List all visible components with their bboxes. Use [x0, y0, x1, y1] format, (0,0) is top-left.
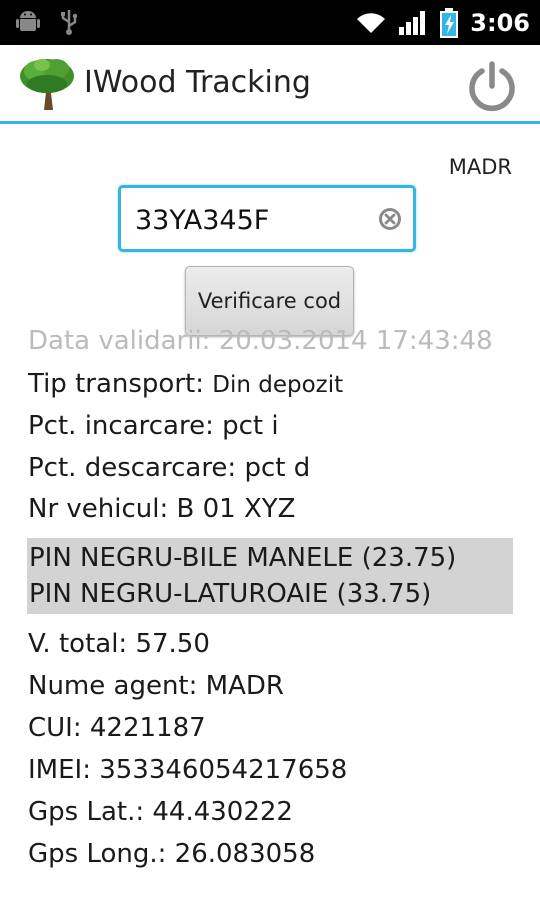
cui-row: CUI: 4221187 [28, 713, 206, 743]
wifi-icon [357, 12, 386, 33]
action-bar: IWood Tracking [0, 45, 540, 121]
signal-icon [399, 10, 426, 35]
gps-lat-row: Gps Lat.: 44.430222 [28, 797, 293, 827]
usb-icon [61, 10, 78, 35]
app-title: IWood Tracking [84, 65, 311, 100]
clipped-detail-text: Data validarii: 20.03.2014 17:43:48 [28, 329, 493, 353]
action-bar-divider [0, 121, 540, 124]
pct-descarcare-row: Pct. descarcare: pct d [28, 453, 311, 483]
tip-transport-value: Din depozit [212, 372, 344, 398]
imei-row: IMEI: 353346054217658 [28, 755, 348, 785]
power-icon[interactable] [466, 60, 518, 112]
nr-vehicul-row: Nr vehicul: B 01 XYZ [28, 494, 296, 524]
user-label: MADR [448, 155, 512, 179]
clipped-detail-line: Data validarii: 20.03.2014 17:43:48 [28, 329, 518, 353]
product-item: PIN NEGRU-LATUROAIE (33.75) [29, 579, 432, 609]
nume-agent-row: Nume agent: MADR [28, 671, 284, 701]
android-debug-icon [16, 11, 40, 31]
battery-charging-icon [440, 7, 459, 38]
status-time: 3:06 [470, 8, 530, 37]
verify-code-button[interactable]: Verificare cod [185, 266, 354, 336]
status-bar-left [16, 8, 80, 36]
code-input[interactable] [135, 200, 365, 240]
tip-transport-row: Tip transport: Din depozit [28, 367, 343, 402]
product-item: PIN NEGRU-BILE MANELE (23.75) [29, 543, 457, 573]
tree-icon [20, 59, 74, 110]
clear-icon[interactable] [377, 206, 403, 232]
v-total-row: V. total: 57.50 [28, 629, 210, 659]
products-list: PIN NEGRU-BILE MANELE (23.75) PIN NEGRU-… [27, 538, 513, 614]
pct-incarcare-row: Pct. incarcare: pct i [28, 411, 279, 441]
status-bar-right: 3:06 [356, 0, 530, 45]
tip-transport-label: Tip transport: [28, 369, 204, 399]
status-bar: 3:06 [0, 0, 540, 45]
gps-long-row: Gps Long.: 26.083058 [28, 839, 316, 869]
code-input-box[interactable] [118, 185, 416, 252]
